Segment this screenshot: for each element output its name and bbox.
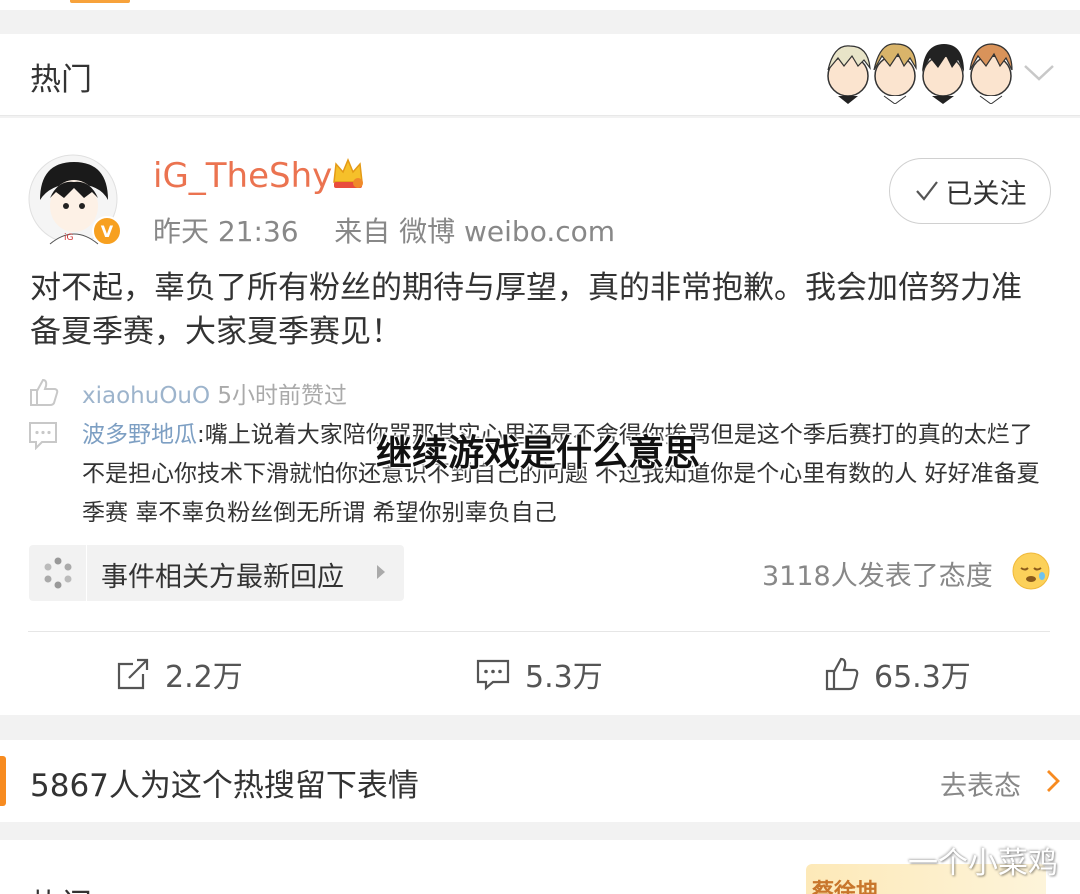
thumbs-up-icon <box>825 657 859 691</box>
loading-spinner-icon <box>44 557 72 589</box>
hot-section-title: 热门 <box>30 62 92 98</box>
verified-v-badge-icon: V <box>92 216 122 246</box>
svg-text:V: V <box>101 222 114 241</box>
like-button[interactable]: 65.3万 <box>824 654 971 695</box>
top-tab-bar <box>0 0 1080 10</box>
event-chip-label: 事件相关方最新回应 <box>101 562 344 593</box>
repost-count: 2.2万 <box>165 660 243 695</box>
liked-by-user[interactable]: xiaohuOuO <box>82 383 210 409</box>
checkmark-icon <box>915 181 938 201</box>
liked-by-text: xiaohuOuO 5小时前赞过 <box>82 383 348 409</box>
follow-button-label: 已关注 <box>945 178 1027 210</box>
repost-icon <box>117 658 149 690</box>
overlay-caption: 继续游戏是什么意思 <box>376 433 701 474</box>
hot-section-header: 热门 <box>0 34 1080 116</box>
event-icon-box <box>29 545 87 601</box>
action-divider <box>28 631 1050 632</box>
post-timestamp: 昨天 21:36 <box>153 215 299 248</box>
section-accent-bar <box>0 756 6 806</box>
go-react-link[interactable]: 去表态 <box>940 764 1021 803</box>
emote-section-header[interactable]: 5867人为这个热搜留下表情 去表态 <box>0 740 1080 822</box>
bottom-hot-section-title: 热门 <box>30 880 92 894</box>
like-count: 65.3万 <box>874 660 971 695</box>
svg-text:iG: iG <box>64 233 74 243</box>
vip-crown-icon <box>333 158 363 188</box>
comment-icon <box>29 422 57 450</box>
repost-button[interactable]: 2.2万 <box>115 654 243 695</box>
event-response-chip[interactable]: 事件相关方最新回应 <box>29 545 404 601</box>
liked-by-row: xiaohuOuO 5小时前赞过 <box>28 376 728 410</box>
chevron-right-icon[interactable] <box>1044 768 1062 794</box>
watermark: 一个小菜鸡 <box>908 846 1058 881</box>
comment-count: 5.3万 <box>525 660 603 695</box>
emote-section-title: 5867人为这个热搜留下表情 <box>30 768 419 804</box>
post-source: 来自 微博 weibo.com <box>334 215 616 248</box>
active-tab-indicator <box>70 0 130 3</box>
comment-button[interactable]: 5.3万 <box>475 654 603 695</box>
sleepy-face-emoji[interactable] <box>1012 552 1050 590</box>
weibo-post-card: iG V iG_TheShy 昨天 21:36 来自 微博 weibo.com … <box>0 118 1080 715</box>
hot-banner-text: 蔡徐坤 <box>812 880 879 894</box>
thumbs-up-icon <box>30 378 59 406</box>
post-meta: 昨天 21:36 来自 微博 weibo.com <box>153 210 615 250</box>
follow-button[interactable]: 已关注 <box>889 158 1051 224</box>
chevron-down-icon[interactable] <box>1022 60 1056 84</box>
four-anime-faces-banner <box>827 43 1013 104</box>
post-username[interactable]: iG_TheShy <box>153 156 332 196</box>
attitude-count[interactable]: 3118人发表了态度 <box>762 554 993 593</box>
comment-icon <box>476 659 510 691</box>
top-comment-user[interactable]: 波多野地瓜 <box>82 422 197 448</box>
post-body-text: 对不起，辜负了所有粉丝的期待与厚望，真的非常抱歉。我会加倍努力准备夏季赛，大家夏… <box>30 270 1022 350</box>
chevron-right-icon <box>377 565 385 579</box>
